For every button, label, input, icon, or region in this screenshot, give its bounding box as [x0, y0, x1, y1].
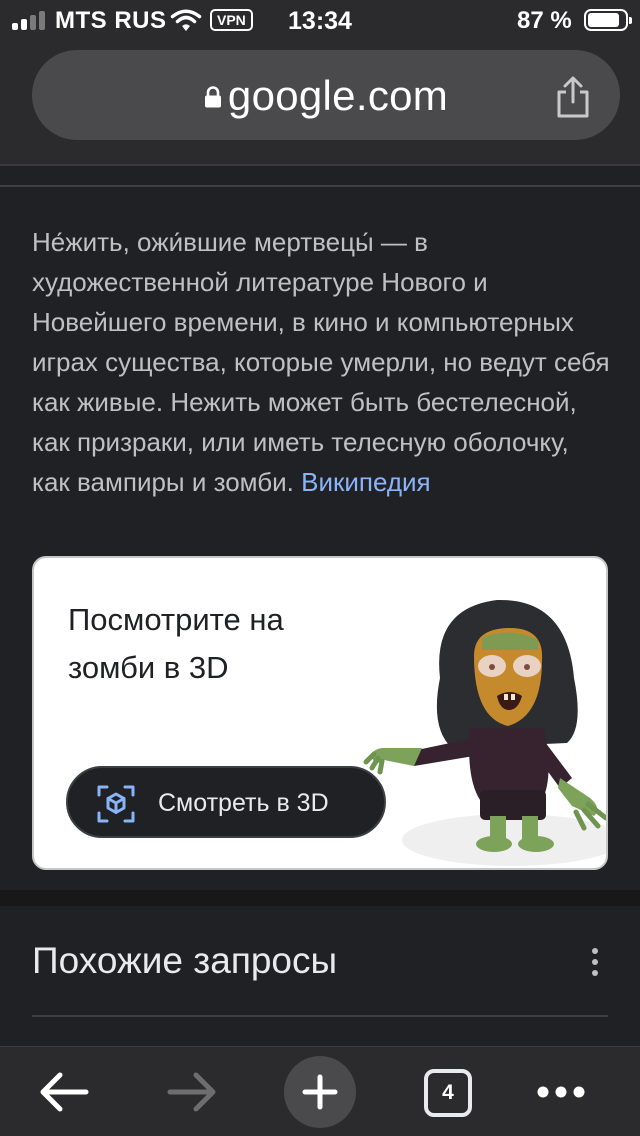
new-tab-button[interactable] — [284, 1056, 356, 1128]
lock-icon — [204, 70, 222, 108]
address-bar[interactable]: google.com — [32, 50, 620, 140]
chrome-divider — [0, 164, 640, 166]
more-vertical-icon[interactable] — [588, 946, 602, 978]
3d-cube-icon — [97, 785, 135, 823]
related-searches-heading: Похожие запросы — [32, 940, 338, 981]
wikipedia-link[interactable]: Википедия — [301, 467, 431, 497]
more-horizontal-icon[interactable] — [536, 1085, 586, 1099]
battery-icon — [584, 9, 632, 31]
snippet-text: Не́жить, ожи́вшие мертвецы́ — в художест… — [32, 227, 610, 497]
forward-icon[interactable] — [166, 1071, 218, 1113]
share-icon[interactable] — [553, 76, 593, 120]
zombie-3d-image[interactable] — [362, 578, 608, 868]
tab-switcher-button[interactable]: 4 — [424, 1069, 472, 1117]
status-bar: MTS RUS VPN 13:34 87 % — [0, 0, 640, 42]
url-text: google.com — [227, 72, 449, 119]
card-3d-title: Посмотрите на зомби в 3D — [68, 602, 284, 685]
browser-toolbar: 4 — [0, 1046, 640, 1136]
view-in-3d-card[interactable]: Посмотрите на зомби в 3D Смотреть в 3D — [32, 556, 608, 870]
related-divider — [32, 1015, 608, 1017]
section-divider — [0, 890, 640, 906]
battery-percentage: 87 % — [517, 7, 572, 34]
content-top-divider — [0, 185, 640, 187]
top-chrome: MTS RUS VPN 13:34 87 % google.com — [0, 0, 640, 166]
back-icon[interactable] — [38, 1071, 90, 1113]
plus-icon — [302, 1074, 338, 1110]
view-in-3d-button[interactable]: Смотреть в 3D — [66, 766, 386, 838]
knowledge-snippet: Не́жить, ожи́вшие мертвецы́ — в художест… — [32, 222, 612, 502]
view-in-3d-label: Смотреть в 3D — [158, 789, 329, 817]
